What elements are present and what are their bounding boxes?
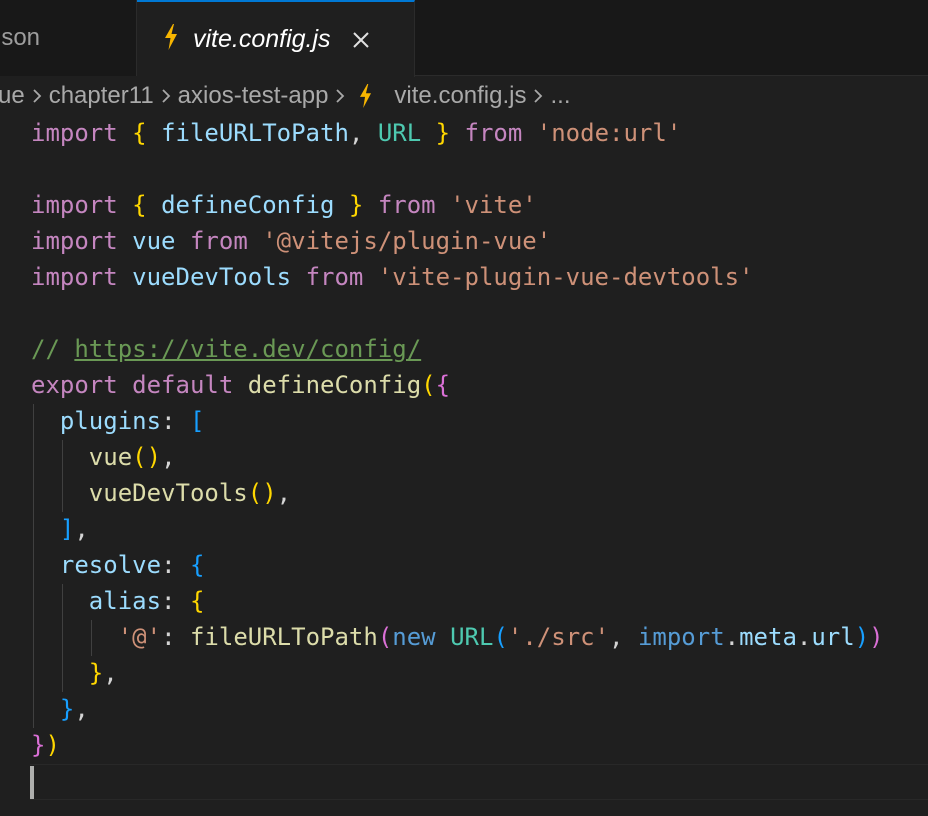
tab-bar: json vite.config.js <box>0 0 928 77</box>
code-line[interactable]: vueDevTools(), <box>31 475 291 511</box>
breadcrumb-item[interactable]: axios-test-app <box>178 82 329 110</box>
chevron-right-icon <box>25 88 49 104</box>
code-line[interactable]: // https://vite.dev/config/ <box>31 331 421 367</box>
code-line[interactable]: import { fileURLToPath, URL } from 'node… <box>31 115 681 151</box>
close-icon[interactable] <box>349 28 373 52</box>
code-line[interactable]: import vueDevTools from 'vite-plugin-vue… <box>31 259 754 295</box>
tab-vite-config[interactable]: vite.config.js <box>137 0 415 77</box>
breadcrumb-item-file[interactable]: vite.config.js <box>394 82 526 110</box>
breadcrumb-item[interactable]: ue <box>0 82 25 110</box>
code-line[interactable]: vue(), <box>31 439 176 475</box>
tab-label: json <box>0 24 41 51</box>
text-caret <box>30 766 34 799</box>
code-line[interactable]: resolve: { <box>31 547 205 583</box>
lightning-bolt-icon <box>163 24 179 55</box>
code-line[interactable]: }, <box>31 691 89 727</box>
tab-label: vite.config.js <box>193 25 331 53</box>
code-line[interactable]: alias: { <box>31 583 205 619</box>
chevron-right-icon <box>154 88 178 104</box>
breadcrumb-item[interactable]: chapter11 <box>49 82 154 110</box>
lightning-bolt-icon <box>358 84 382 108</box>
code-line[interactable]: }, <box>31 655 118 691</box>
code-line[interactable]: export default defineConfig({ <box>31 367 450 403</box>
code-line[interactable]: '@': fileURLToPath(new URL('./src', impo… <box>31 619 884 655</box>
code-line[interactable]: }) <box>31 727 60 763</box>
chevron-right-icon <box>328 88 352 104</box>
chevron-right-icon <box>526 88 550 104</box>
tab-package-json[interactable]: json <box>0 0 137 76</box>
current-line-highlight <box>30 764 928 800</box>
code-editor[interactable]: import { fileURLToPath, URL } from 'node… <box>0 115 928 816</box>
breadcrumb-item-symbols[interactable]: ... <box>550 82 570 110</box>
code-line[interactable]: import vue from '@vitejs/plugin-vue' <box>31 223 551 259</box>
code-line[interactable]: plugins: [ <box>31 403 205 439</box>
code-line[interactable]: ], <box>31 511 89 547</box>
breadcrumb: ue chapter11 axios-test-app vite.config.… <box>0 77 928 115</box>
code-line[interactable]: import { defineConfig } from 'vite' <box>31 187 537 223</box>
